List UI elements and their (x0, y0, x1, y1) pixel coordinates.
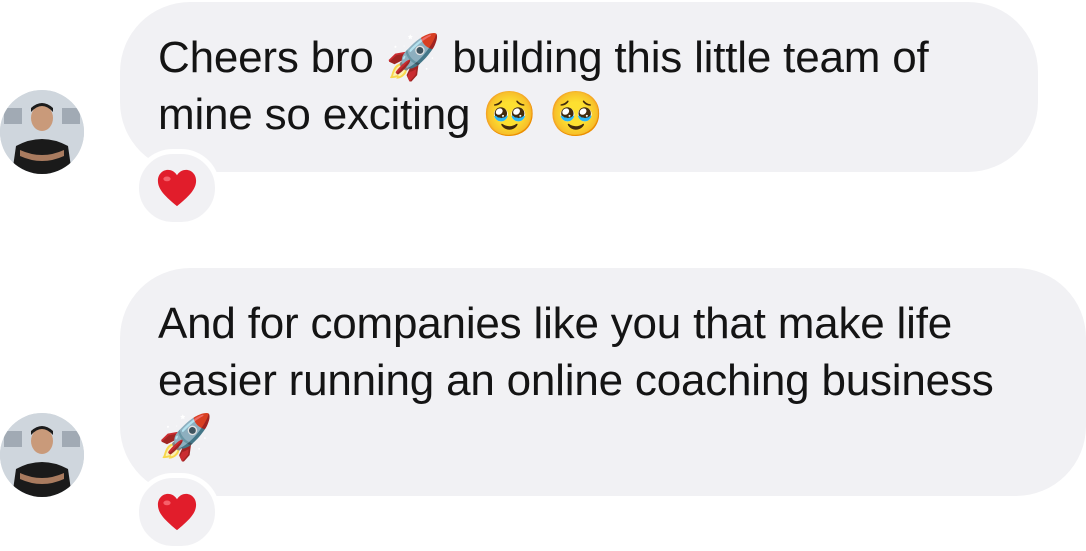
sender-avatar[interactable] (0, 90, 84, 174)
reaction-badge[interactable] (134, 473, 220, 551)
message-text: Cheers bro 🚀 building this little team o… (158, 33, 929, 139)
red-heart-icon (157, 493, 197, 531)
profile-photo-icon (0, 413, 84, 497)
message-bubble[interactable]: Cheers bro 🚀 building this little team o… (120, 2, 1038, 172)
reaction-badge[interactable] (134, 149, 220, 227)
red-heart-icon (157, 169, 197, 207)
sender-avatar[interactable] (0, 413, 84, 497)
message-bubble[interactable]: And for companies like you that make lif… (120, 268, 1086, 496)
message-text: And for companies like you that make lif… (158, 299, 994, 462)
profile-photo-icon (0, 90, 84, 174)
